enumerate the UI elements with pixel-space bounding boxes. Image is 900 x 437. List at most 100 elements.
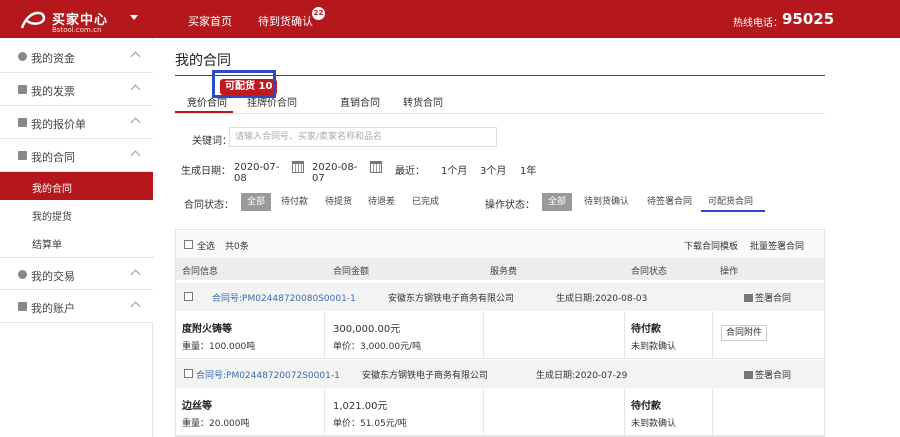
table-row-header: 合同号:PM02448720080S0001-1 安徽东方钢铁电子商务有限公司 … <box>176 283 824 311</box>
sidebar-item-quotes[interactable]: 我的报价单 <box>0 106 153 139</box>
cell-divider <box>712 388 713 436</box>
sidebar-item-funds[interactable]: 我的资金 <box>0 40 153 73</box>
sidebar-subitem-pickup[interactable]: 我的提货 <box>0 200 153 228</box>
pending-count-badge: 22 <box>312 7 325 20</box>
contract-status-pending-refund[interactable]: 待退差 <box>362 193 401 211</box>
op-status-pending-sign[interactable]: 待签署合同 <box>641 193 698 211</box>
cell-divider <box>712 311 713 359</box>
cell-divider <box>624 311 625 359</box>
quick-range-3m[interactable]: 3个月 <box>480 162 506 177</box>
chevron-down-icon[interactable] <box>130 15 138 20</box>
contract-status-all[interactable]: 全部 <box>241 193 272 211</box>
column-header: 服务费 <box>490 267 518 277</box>
cell-divider <box>624 388 625 436</box>
company-name: 安徽东方钢铁电子商务有限公司 <box>362 371 489 381</box>
tab-transfer-contracts[interactable]: 转货合同 <box>403 94 443 109</box>
hotline-label: 热线电话： <box>733 18 783 29</box>
highlight-underline <box>701 210 765 212</box>
batch-sign-link[interactable]: 批量签署合同 <box>750 239 804 252</box>
contract-amount: 300,000.00元 <box>333 324 401 335</box>
sidebar-subitem-label: 我的合同 <box>32 184 72 195</box>
contract-status-label: 合同状态： <box>184 200 234 211</box>
op-status-all[interactable]: 全部 <box>542 193 573 211</box>
hotline-number: 95025 <box>782 10 835 28</box>
column-header: 操作 <box>720 267 739 277</box>
contract-status-pending-payment[interactable]: 待付款 <box>275 193 314 211</box>
op-status-pending-delivery[interactable]: 待到货确认 <box>578 193 635 211</box>
top-bar: 买家中心 Bstool.com.cn 买家首页 待到货确认 22 热线电话： 9… <box>0 0 900 38</box>
recent-label: 最近： <box>395 166 425 177</box>
sidebar-subitem-my-contracts[interactable]: 我的合同 <box>0 172 153 200</box>
tab-direct-contracts[interactable]: 直销合同 <box>340 94 380 109</box>
highlight-box <box>212 70 276 98</box>
contract-number-link[interactable]: 合同号:PM02448720080S0001-1 <box>212 291 356 304</box>
contract-status: 待付款 <box>631 324 661 335</box>
table-row-header: 合同号:PM02448720072S0001-1 安徽东方钢铁电子商务有限公司 … <box>176 360 824 388</box>
cell-divider <box>483 388 484 436</box>
product-name: 边丝等 <box>182 401 212 412</box>
date-to-field[interactable]: 2020-08-07 <box>312 162 366 184</box>
cell-divider <box>324 311 325 359</box>
created-date: 生成日期:2020-08-03 <box>556 294 648 304</box>
contract-attachment-button[interactable]: 合同附件 <box>721 325 768 341</box>
created-date: 生成日期:2020-07-29 <box>536 371 628 381</box>
op-status-allocatable[interactable]: 可配货合同 <box>702 193 759 211</box>
product-weight: 重量：20.000吨 <box>182 419 250 429</box>
date-from-field[interactable]: 2020-07-08 <box>234 162 288 184</box>
payment-sub-status: 未到款确认 <box>631 342 677 352</box>
nav-buyer-home[interactable]: 买家首页 <box>188 13 232 29</box>
contracts-table: 全选 共0条 下载合同模板 批量签署合同 合同信息 合同金额 服务费 合同状态 … <box>175 229 825 437</box>
sidebar-item-label: 我的账户 <box>31 302 75 315</box>
unit-price: 单价：51.05元/吨 <box>333 419 407 429</box>
column-header: 合同状态 <box>631 267 668 277</box>
sidebar-item-label: 我的合同 <box>31 151 75 164</box>
sidebar-item-account[interactable]: 我的账户 <box>0 290 153 323</box>
row-checkbox[interactable] <box>184 292 193 301</box>
download-template-link[interactable]: 下载合同模板 <box>684 239 738 252</box>
sign-icon <box>744 371 753 379</box>
coin-icon <box>18 52 27 61</box>
sign-icon <box>744 294 753 302</box>
cell-divider <box>483 311 484 359</box>
sidebar-item-invoice[interactable]: 我的发票 <box>0 73 153 106</box>
quick-range-1m[interactable]: 1个月 <box>441 162 467 177</box>
sidebar-item-contracts[interactable]: 我的合同 <box>0 139 153 172</box>
account-icon <box>18 302 27 311</box>
company-name: 安徽东方钢铁电子商务有限公司 <box>388 294 515 304</box>
select-all-label: 全选 <box>197 242 216 252</box>
selected-count: 共0条 <box>225 242 249 252</box>
sidebar-subitem-label: 结算单 <box>32 240 62 251</box>
quick-range-1y[interactable]: 1年 <box>520 162 536 177</box>
chevron-up-icon <box>130 269 141 280</box>
payment-sub-status: 未到款确认 <box>631 419 677 429</box>
sidebar-item-label: 我的资金 <box>31 52 75 65</box>
sidebar-subitem-settlement[interactable]: 结算单 <box>0 228 153 256</box>
sign-contract-link[interactable]: 签署合同 <box>755 368 791 381</box>
table-column-header: 合同信息 合同金额 服务费 合同状态 操作 <box>176 258 824 280</box>
logo-swirl-icon <box>20 11 46 29</box>
contract-number-link[interactable]: 合同号:PM02448720072S0001-1 <box>196 368 340 381</box>
contract-status-pending-pickup[interactable]: 待提货 <box>319 193 358 211</box>
calendar-icon[interactable] <box>370 161 382 173</box>
cell-divider <box>324 388 325 436</box>
nav-pending-delivery[interactable]: 待到货确认 <box>258 13 313 29</box>
sign-contract-link[interactable]: 签署合同 <box>755 291 791 304</box>
contract-status: 待付款 <box>631 401 661 412</box>
table-toolbar: 全选 共0条 下载合同模板 批量签署合同 <box>176 230 824 258</box>
chevron-up-icon <box>130 117 141 128</box>
table-row: 边丝等 重量：20.000吨 1,021.00元 单价：51.05元/吨 待付款… <box>176 388 824 436</box>
date-label: 生成日期： <box>181 166 231 177</box>
column-header: 合同金额 <box>333 267 370 277</box>
row-checkbox[interactable] <box>184 369 193 378</box>
sidebar-subitem-label: 我的提货 <box>32 212 72 223</box>
keyword-input[interactable] <box>229 127 497 147</box>
chevron-up-icon <box>130 150 141 161</box>
select-all-checkbox[interactable] <box>184 240 193 249</box>
quote-icon <box>18 118 27 127</box>
sidebar-item-trades[interactable]: 我的交易 <box>0 257 153 290</box>
product-weight: 重量：100.000吨 <box>182 342 256 352</box>
contract-amount: 1,021.00元 <box>333 401 388 412</box>
logo[interactable]: 买家中心 Bstool.com.cn <box>18 6 118 34</box>
contract-status-completed[interactable]: 已完成 <box>406 193 445 211</box>
calendar-icon[interactable] <box>292 161 304 173</box>
